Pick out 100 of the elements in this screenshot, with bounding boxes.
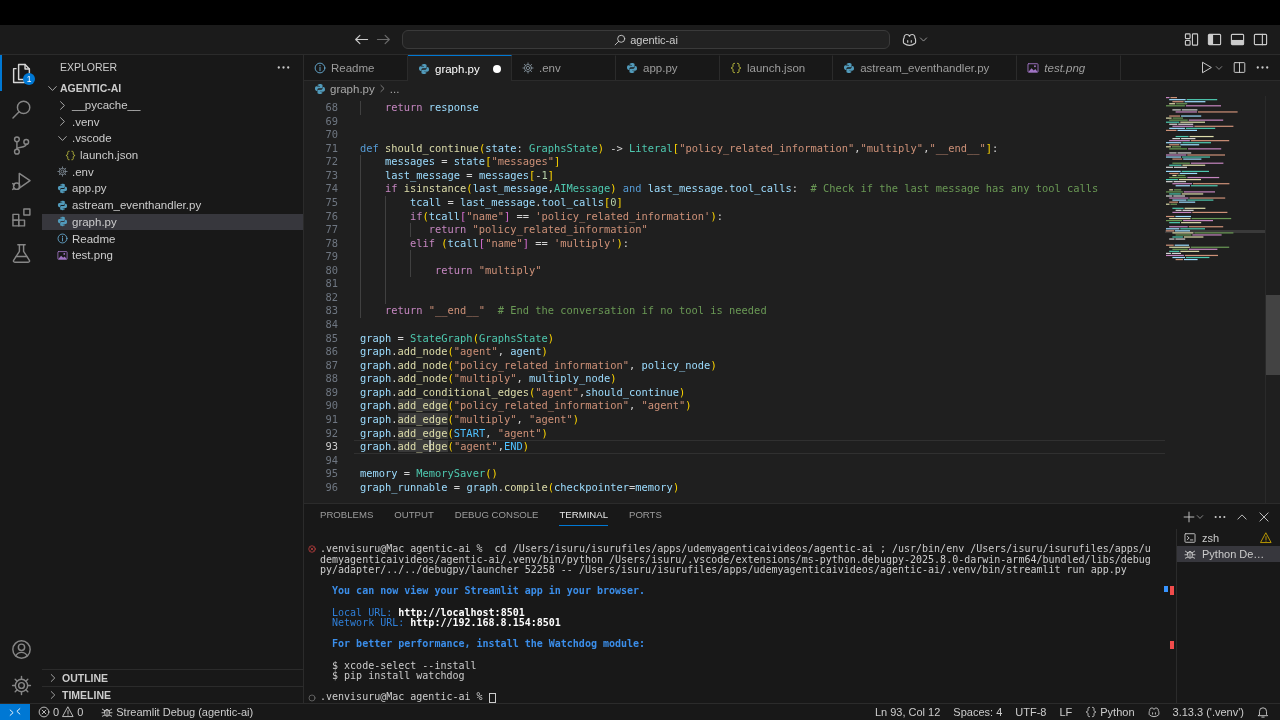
line-number: 69 xyxy=(324,114,339,129)
debug-status[interactable]: Streamlit Debug (agentic-ai) xyxy=(96,704,259,720)
code-line: if isinstance(last_message,AIMessage) and last_message.tool_calls: # Check if the last message has any tool calls xyxy=(385,182,1099,196)
line-number: 95 xyxy=(324,467,339,481)
line-number: 87 xyxy=(324,358,339,373)
line-number: 91 xyxy=(324,412,339,427)
layout-icon[interactable] xyxy=(1184,32,1199,47)
settings-icon xyxy=(10,674,32,696)
terminal-line: For better performance, install the Watchdog module: xyxy=(332,639,646,650)
status-item[interactable]: LF xyxy=(1054,704,1078,720)
code-line: return response xyxy=(385,101,479,115)
line-number: 72 xyxy=(324,155,339,169)
remote-icon xyxy=(9,706,21,718)
split-editor-icon[interactable] xyxy=(1233,61,1246,74)
chevron-down-icon[interactable] xyxy=(1215,63,1223,72)
bug-icon xyxy=(1184,548,1196,560)
line-number: 68 xyxy=(324,101,339,115)
line-number: 89 xyxy=(324,385,339,400)
close-icon[interactable] xyxy=(1258,510,1270,523)
editor-tab[interactable]: test.png xyxy=(1017,55,1122,80)
tree-item[interactable]: .venv xyxy=(42,113,303,131)
account-icon xyxy=(10,638,32,660)
chevron-down-icon[interactable] xyxy=(919,35,928,44)
line-number: 90 xyxy=(324,399,339,413)
python-icon xyxy=(843,62,856,74)
python-icon xyxy=(56,199,68,211)
panel-tab[interactable]: PROBLEMS xyxy=(320,504,374,526)
language-status[interactable]: Python xyxy=(1080,704,1140,720)
tree-item[interactable]: .env xyxy=(42,163,303,181)
scrollbar-thumb[interactable] xyxy=(1266,295,1280,375)
tree-item[interactable]: astream_eventhandler.py xyxy=(42,196,303,214)
breadcrumb-item[interactable]: graph.py xyxy=(314,82,375,95)
line-number: 85 xyxy=(324,331,339,346)
chevron-down-icon[interactable] xyxy=(1196,512,1204,521)
panel-bottom-icon[interactable] xyxy=(1230,32,1245,47)
play-icon[interactable] xyxy=(1200,61,1213,74)
sidebar-left-icon[interactable] xyxy=(1207,32,1222,47)
copilot-icon[interactable] xyxy=(902,32,917,47)
code-line: graph.add_node("agent", agent) xyxy=(360,345,548,359)
files-icon xyxy=(10,62,32,84)
terminal-line: You can now view your Streamlit app in your browser. xyxy=(332,586,646,597)
code-line: tcall = last_message.tool_calls[0] xyxy=(410,195,623,210)
panel-tab[interactable]: PORTS xyxy=(629,504,662,526)
extensions-icon xyxy=(10,206,32,228)
editor-tab[interactable]: .env xyxy=(512,55,616,80)
code-line: memory = MemorySaver() xyxy=(360,467,498,481)
status-item[interactable]: Spaces: 4 xyxy=(948,704,1008,720)
line-number: 94 xyxy=(324,453,339,468)
flask-icon xyxy=(10,242,32,264)
panel-tab[interactable]: OUTPUT xyxy=(394,504,434,526)
unsaved-dot-icon xyxy=(493,64,501,73)
terminal-line: $ xcode-select --install xyxy=(332,660,477,672)
terminal-line: demyagenticaivideos/agentic-ai/.venv/bin/python /Users/isuru/.vscode/extensions/ms-python.debugpy-2025.8.0-darwin-arm64/bundled/libs/debug xyxy=(320,554,1151,566)
command-center[interactable]: agentic-ai xyxy=(402,30,890,49)
tree-item[interactable]: .vscode xyxy=(42,130,303,147)
editor-tab[interactable]: app.py xyxy=(616,55,720,80)
status-item[interactable]: Ln 93, Col 12 xyxy=(869,704,946,720)
python-icon xyxy=(56,182,68,194)
tree-item[interactable]: Readme xyxy=(42,230,303,247)
editor-tab[interactable]: graph.py xyxy=(408,55,512,81)
tree-item[interactable]: AGENTIC-AI xyxy=(42,80,303,97)
copilot-icon[interactable] xyxy=(1147,706,1160,718)
status-item[interactable]: 3.13.3 ('.venv') xyxy=(1167,704,1249,720)
problems-status[interactable]: 0 0 xyxy=(33,704,89,720)
terminal-session[interactable]: Python De… xyxy=(1177,546,1280,562)
editor-tab[interactable]: astream_eventhandler.py xyxy=(833,55,1018,80)
arrow-right-icon[interactable] xyxy=(376,32,391,47)
tree-item[interactable]: __pycache__ xyxy=(42,96,303,114)
tree-item[interactable]: app.py xyxy=(42,180,303,197)
code-line: graph.add_conditional_edges("agent",should_continue) xyxy=(360,385,686,400)
tree-item[interactable]: graph.py xyxy=(42,213,303,231)
plus-icon[interactable] xyxy=(1183,510,1195,523)
line-number: 74 xyxy=(324,182,339,196)
arrow-left-icon[interactable] xyxy=(354,32,369,47)
sidebar-right-icon[interactable] xyxy=(1253,32,1268,47)
image-icon xyxy=(56,249,68,261)
line-number: 81 xyxy=(324,277,339,291)
status-item[interactable]: UTF-8 xyxy=(1010,704,1052,720)
braces-icon xyxy=(730,62,742,74)
line-number: 70 xyxy=(324,128,339,142)
tree-item[interactable]: test.png xyxy=(42,246,303,264)
line-number: 77 xyxy=(324,223,339,237)
line-number: 82 xyxy=(324,290,339,305)
bell-icon[interactable] xyxy=(1257,706,1269,718)
terminal-session[interactable]: zsh xyxy=(1177,530,1280,546)
search-icon xyxy=(614,33,627,46)
code-line: graph.add_node("policy_related_information", policy_node) xyxy=(360,358,717,373)
editor-tab[interactable]: launch.json xyxy=(720,55,834,80)
breadcrumb-item[interactable]: ... xyxy=(389,82,400,95)
tree-item[interactable]: launch.json xyxy=(42,146,303,164)
code-line: elif (tcall["name"] == 'multiply'): xyxy=(410,236,630,251)
line-number: 80 xyxy=(324,263,339,278)
scroll-marker xyxy=(1170,586,1174,595)
terminal-icon xyxy=(1184,532,1196,544)
panel-tab[interactable]: TERMINAL xyxy=(559,504,608,526)
section-header[interactable]: OUTLINE xyxy=(42,669,303,686)
panel-tab[interactable]: DEBUG CONSOLE xyxy=(454,504,539,526)
line-number: 78 xyxy=(324,236,339,251)
code-line: def should_continue(state: GraphsState) -> Literal["policy_related_information","multiply","__end__"]: xyxy=(360,141,999,156)
scroll-marker xyxy=(1164,586,1168,592)
